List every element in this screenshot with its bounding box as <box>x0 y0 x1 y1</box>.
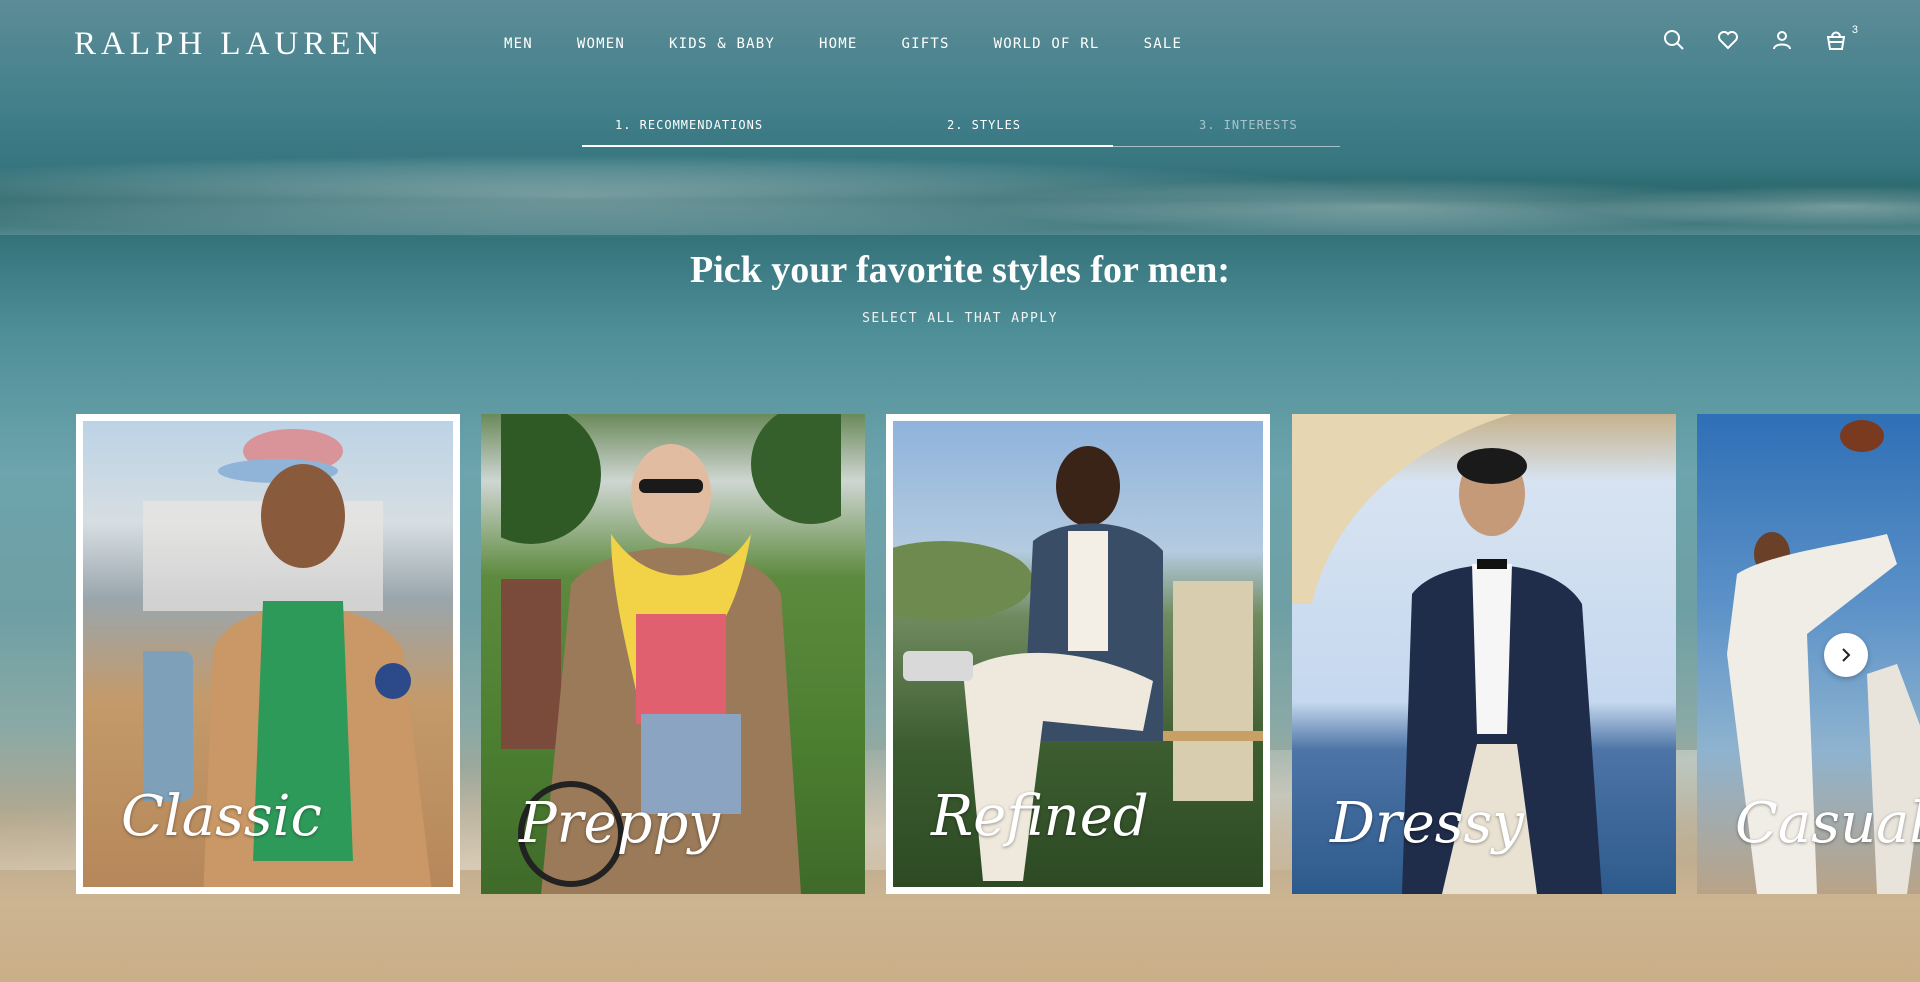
style-card-dressy[interactable]: Dressy <box>1292 414 1676 894</box>
step-recommendations[interactable]: 1. RECOMMENDATIONS <box>615 118 763 132</box>
style-label-classic: Classic <box>121 784 322 849</box>
brand-logo[interactable]: RALPH LAUREN <box>74 26 384 63</box>
nav-item-women[interactable]: WOMEN <box>577 36 625 52</box>
nav-item-home[interactable]: HOME <box>819 36 858 52</box>
search-icon[interactable] <box>1662 28 1686 52</box>
style-card-refined[interactable]: Refined <box>886 414 1270 894</box>
carousel-next-button[interactable] <box>1824 633 1868 677</box>
nav-item-gifts[interactable]: GIFTS <box>901 36 949 52</box>
bag-count-badge: 3 <box>1851 24 1858 36</box>
chevron-right-icon <box>1842 648 1851 662</box>
shopping-bag-icon[interactable]: 3 <box>1824 24 1858 52</box>
style-card-classic[interactable]: Classic <box>76 414 460 894</box>
style-label-dressy: Dressy <box>1330 791 1524 856</box>
style-label-preppy: Preppy <box>519 791 720 856</box>
style-label-refined: Refined <box>931 784 1149 849</box>
style-quiz-steps: 1. RECOMMENDATIONS 2. STYLES 3. INTEREST… <box>582 118 1340 150</box>
heart-icon[interactable] <box>1716 28 1740 52</box>
steps-progress-fill <box>582 145 1113 147</box>
style-card-preppy[interactable]: Preppy <box>481 414 865 894</box>
main-nav: MEN WOMEN KIDS & BABY HOME GIFTS WORLD O… <box>504 36 1226 52</box>
nav-item-sale[interactable]: SALE <box>1144 36 1183 52</box>
step-interests[interactable]: 3. INTERESTS <box>1199 118 1298 132</box>
nav-item-men[interactable]: MEN <box>504 36 533 52</box>
page-subtitle: SELECT ALL THAT APPLY <box>862 311 1058 326</box>
nav-item-world-of-rl[interactable]: WORLD OF RL <box>994 36 1100 52</box>
style-card-casual[interactable]: Casual <box>1697 414 1920 894</box>
page-title: Pick your favorite styles for men: <box>690 249 1230 291</box>
style-label-casual: Casual <box>1735 791 1920 856</box>
step-styles[interactable]: 2. STYLES <box>947 118 1021 132</box>
background-wave <box>0 165 1920 235</box>
header-icons: 3 <box>1662 24 1858 52</box>
styles-carousel: Classic Preppy Refined Dressy Casual <box>76 414 1920 894</box>
user-icon[interactable] <box>1770 28 1794 52</box>
nav-item-kids-baby[interactable]: KIDS & BABY <box>669 36 775 52</box>
